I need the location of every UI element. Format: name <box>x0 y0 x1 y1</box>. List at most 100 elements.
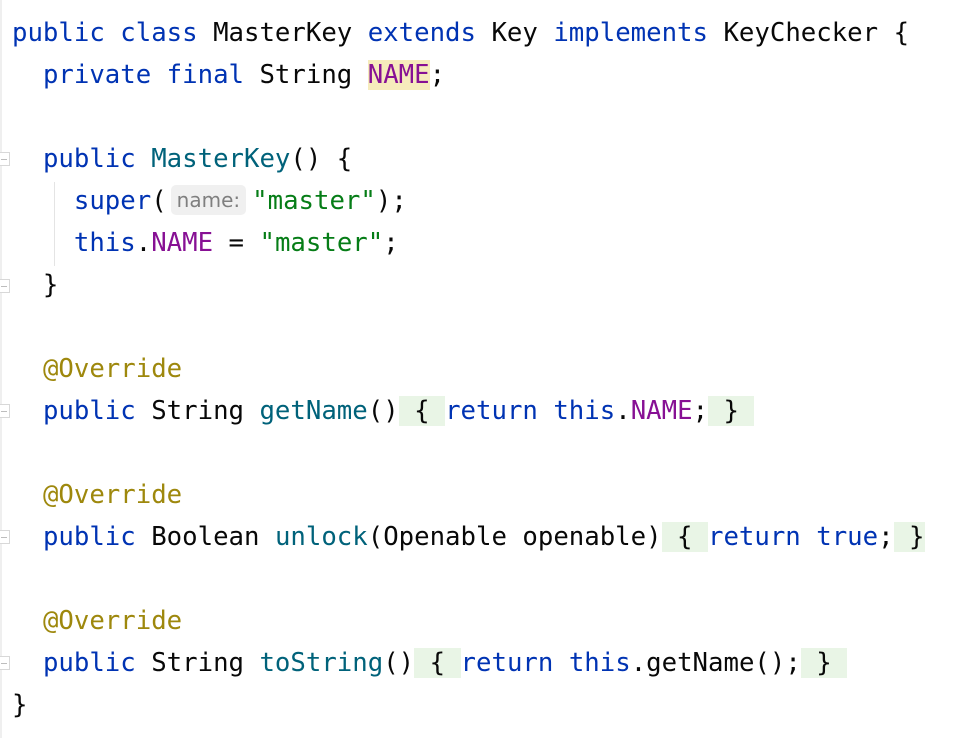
code-token: @Override <box>42 354 183 384</box>
code-token: } <box>12 690 28 720</box>
code-line[interactable]: } <box>12 684 925 726</box>
code-token: super <box>73 186 152 216</box>
code-token: } <box>708 396 755 426</box>
code-token: ); <box>375 186 407 216</box>
code-token: public <box>12 18 105 48</box>
code-token: String <box>151 396 244 426</box>
code-token: NAME <box>630 396 693 426</box>
code-line[interactable]: public class MasterKey extends Key imple… <box>12 12 925 54</box>
code-editor[interactable]: public class MasterKey extends Key imple… <box>0 0 976 738</box>
code-token: class <box>120 18 198 48</box>
code-token: extends <box>367 18 476 48</box>
code-line[interactable]: private final String NAME; <box>12 54 925 96</box>
code-line[interactable]: } <box>12 264 925 306</box>
code-line[interactable]: public String toString() { return this.g… <box>12 642 925 684</box>
code-token: ; <box>383 228 399 258</box>
code-line[interactable] <box>12 96 925 138</box>
code-token: String <box>151 648 244 678</box>
code-token: getName <box>259 396 368 426</box>
code-token: @Override <box>42 606 183 636</box>
code-line[interactable]: @Override <box>12 600 925 642</box>
fold-marker-constructor-end-icon[interactable] <box>0 279 10 293</box>
code-token: implements <box>553 18 708 48</box>
code-token: public <box>42 648 136 678</box>
code-token: ; <box>692 396 709 426</box>
code-line[interactable]: @Override <box>12 474 925 516</box>
code-token: { <box>878 18 910 48</box>
code-token: "master" <box>252 186 376 216</box>
fold-marker-tostring-icon[interactable] <box>0 656 10 670</box>
code-line[interactable]: public MasterKey() { <box>12 138 925 180</box>
code-token: final <box>166 60 244 90</box>
parameter-hint: name: <box>170 185 247 215</box>
editor-gutter <box>0 0 2 738</box>
code-token: @Override <box>42 480 183 510</box>
code-token: this <box>553 396 616 426</box>
code-line[interactable] <box>12 432 925 474</box>
code-token: . <box>135 228 152 258</box>
code-token: public <box>42 144 136 174</box>
code-token: () <box>367 396 399 426</box>
code-token: (Openable openable) <box>367 522 662 552</box>
code-token: ; <box>429 60 446 90</box>
code-token: MasterKey <box>151 144 291 174</box>
code-token: } <box>12 270 59 300</box>
code-token: () { <box>290 144 353 174</box>
code-token: private <box>42 60 152 90</box>
code-token: } <box>893 522 925 552</box>
code-line[interactable] <box>12 306 925 348</box>
fold-marker-getname-icon[interactable] <box>0 404 10 418</box>
code-token: NAME <box>151 228 214 258</box>
code-token: ( <box>151 186 167 216</box>
code-line[interactable]: super(name: "master"); <box>12 180 925 222</box>
fold-marker-unlock-icon[interactable] <box>0 530 10 544</box>
code-token: MasterKey <box>213 18 353 48</box>
code-token: return <box>460 648 554 678</box>
code-token: = <box>213 228 260 258</box>
code-token: return <box>445 396 538 426</box>
code-line[interactable]: @Override <box>12 348 925 390</box>
fold-marker-constructor-start-icon[interactable] <box>0 152 10 166</box>
code-token: KeyChecker <box>723 18 879 48</box>
code-token: () <box>383 648 415 678</box>
code-line[interactable]: this.NAME = "master"; <box>12 222 925 264</box>
code-token: Boolean <box>151 522 260 552</box>
code-token: { <box>661 522 708 552</box>
code-token: NAME <box>367 60 430 90</box>
code-line[interactable] <box>12 558 925 600</box>
code-token: "master" <box>259 228 384 258</box>
code-token: { <box>414 648 461 678</box>
code-token: this <box>568 648 631 678</box>
code-token: public <box>42 522 136 552</box>
code-token: .getName(); <box>630 648 801 678</box>
code-area[interactable]: public class MasterKey extends Key imple… <box>12 12 925 726</box>
code-token: Key <box>491 18 538 48</box>
code-token: } <box>800 648 848 678</box>
code-token: unlock <box>274 522 368 552</box>
code-token: . <box>615 396 631 426</box>
code-token: { <box>398 396 446 426</box>
code-line[interactable]: public String getName() { return this.NA… <box>12 390 925 432</box>
code-line[interactable]: public Boolean unlock(Openable openable)… <box>12 516 925 558</box>
